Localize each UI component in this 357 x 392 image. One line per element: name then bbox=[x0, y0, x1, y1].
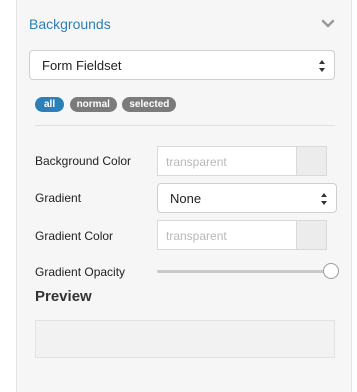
gradient-opacity-slider[interactable] bbox=[157, 270, 329, 273]
gradient-select-value: None bbox=[170, 191, 202, 206]
gradient-select[interactable]: None bbox=[157, 183, 337, 213]
backgrounds-panel: Backgrounds Form Fieldset all normal sel… bbox=[16, 0, 352, 392]
preview-title: Preview bbox=[35, 288, 92, 305]
element-select[interactable]: Form Fieldset bbox=[29, 50, 335, 80]
pill-all[interactable]: all bbox=[35, 97, 65, 112]
gradient-opacity-slider-thumb[interactable] bbox=[323, 263, 339, 279]
background-color-field[interactable]: transparent bbox=[157, 146, 327, 176]
state-filter: all normal selected bbox=[35, 97, 177, 113]
preview-box bbox=[35, 320, 335, 358]
background-color-placeholder: transparent bbox=[166, 155, 227, 169]
select-arrows-icon bbox=[319, 60, 325, 72]
background-color-swatch[interactable] bbox=[296, 147, 326, 175]
section-title: Backgrounds bbox=[29, 16, 111, 32]
gradient-label: Gradient bbox=[35, 191, 82, 205]
chevron-down-icon[interactable] bbox=[321, 18, 335, 30]
element-select-value: Form Fieldset bbox=[42, 58, 122, 73]
gradient-color-swatch[interactable] bbox=[296, 221, 326, 249]
select-arrows-icon bbox=[321, 193, 327, 205]
gradient-color-placeholder: transparent bbox=[166, 229, 227, 243]
section-header[interactable]: Backgrounds bbox=[17, 0, 351, 50]
gradient-opacity-label: Gradient Opacity bbox=[35, 265, 126, 279]
divider bbox=[35, 125, 335, 126]
pill-selected[interactable]: selected bbox=[122, 97, 177, 112]
gradient-color-label: Gradient Color bbox=[35, 229, 114, 243]
gradient-color-field[interactable]: transparent bbox=[157, 220, 327, 250]
background-color-label: Background Color bbox=[35, 154, 132, 168]
pill-normal[interactable]: normal bbox=[69, 97, 117, 112]
